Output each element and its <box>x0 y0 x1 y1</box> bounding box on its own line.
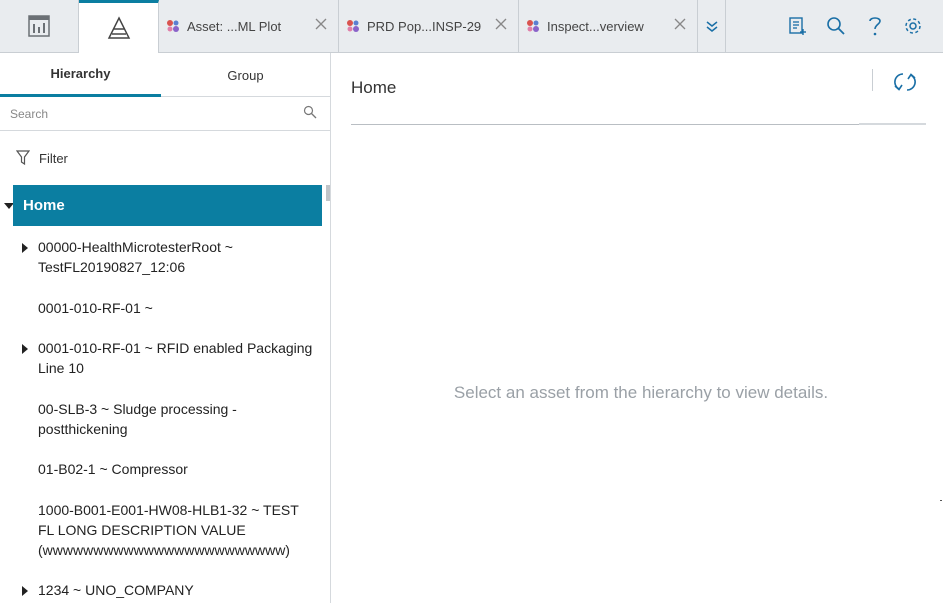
filter-icon <box>16 150 30 166</box>
caret-right-icon[interactable] <box>21 586 29 596</box>
tree-node[interactable]: 0001-010-RF-01 ~ <box>0 298 322 318</box>
search-icon <box>827 17 845 35</box>
header-underline-accent <box>859 123 926 125</box>
refresh-icon[interactable] <box>893 71 917 93</box>
details-panel: Home Select an asset from the hierarchy … <box>331 53 943 603</box>
caret-right-icon[interactable] <box>21 344 29 354</box>
tree-scrollbar[interactable] <box>326 185 330 201</box>
settings-button[interactable] <box>902 15 924 37</box>
tree-node-label: 1000-B001-E001-HW08-HLB1-32 ~ TEST FL LO… <box>38 502 299 558</box>
header-divider <box>872 69 873 91</box>
asset-cluster-icon <box>347 20 359 32</box>
tree-node-label: 0001-010-RF-01 ~ <box>38 300 153 316</box>
tab-hierarchy[interactable]: Hierarchy <box>0 53 161 97</box>
tree-node[interactable]: 1000-B001-E001-HW08-HLB1-32 ~ TEST FL LO… <box>0 500 322 560</box>
help-icon <box>869 17 881 36</box>
close-icon[interactable] <box>673 17 687 31</box>
asset-hierarchy-tab[interactable] <box>79 0 159 53</box>
tab-inspection-overview[interactable]: Inspect...verview <box>519 0 698 52</box>
tab-label: Asset: ...ML Plot <box>187 18 282 34</box>
tree-node[interactable]: 0001-010-RF-01 ~ RFID enabled Packaging … <box>0 338 322 378</box>
tree-node-label: 0001-010-RF-01 ~ RFID enabled Packaging … <box>38 340 313 376</box>
tree-node[interactable]: 01-B02-1 ~ Compressor <box>0 459 322 479</box>
tab-asset-ml-plot[interactable]: Asset: ...ML Plot <box>159 0 339 52</box>
tree-node[interactable]: 00-SLB-3 ~ Sludge processing - postthick… <box>0 399 322 439</box>
dashboard-button[interactable] <box>0 0 79 52</box>
tree-node-label: 00-SLB-3 ~ Sludge processing - postthick… <box>38 401 237 437</box>
notes-button[interactable] <box>786 15 808 37</box>
help-button[interactable] <box>864 15 886 37</box>
tree-node-label: 01-B02-1 ~ Compressor <box>38 461 188 477</box>
tree-node-label: 1234 ~ UNO_COMPANY <box>38 582 194 598</box>
tab-label: PRD Pop...INSP-29 <box>367 18 482 34</box>
header-underline <box>351 124 926 125</box>
hierarchy-panel-tabs: Hierarchy Group <box>0 53 330 97</box>
clipboard-add-icon <box>789 17 806 35</box>
tree-node-label: 00000-HealthMicrotesterRoot ~ TestFL2019… <box>38 239 233 275</box>
tab-prd-pop-insp-29[interactable]: PRD Pop...INSP-29 <box>339 0 519 52</box>
asset-tree: Home 00000-HealthMicrotesterRoot ~ TestF… <box>0 185 330 603</box>
tab-label: Inspect...verview <box>547 18 644 34</box>
tab-overflow-button[interactable] <box>698 0 726 52</box>
top-tab-bar: Asset: ...ML Plot PRD Pop...INSP-29 Insp… <box>0 0 943 53</box>
gear-icon <box>905 18 921 34</box>
close-icon[interactable] <box>494 17 508 31</box>
close-icon[interactable] <box>314 17 328 31</box>
asset-cluster-icon <box>167 20 179 32</box>
double-chevron-down-icon <box>706 21 717 32</box>
search-icon[interactable] <box>303 105 317 119</box>
empty-state-message: Select an asset from the hierarchy to vi… <box>453 383 829 402</box>
page-title: Home <box>351 78 397 97</box>
search-box <box>0 97 330 131</box>
edge-marker <box>940 500 942 501</box>
hierarchy-panel: Hierarchy Group Filter Home 00000-Health… <box>0 53 331 603</box>
filter-label: Filter <box>39 150 68 166</box>
search-button[interactable] <box>825 15 847 37</box>
tree-node-label: Home <box>23 197 65 214</box>
dashboard-icon <box>28 15 50 37</box>
tab-group[interactable]: Group <box>161 53 330 97</box>
asset-cluster-icon <box>527 20 539 32</box>
filter-button[interactable]: Filter <box>0 131 330 185</box>
hierarchy-pyramid-icon <box>107 16 130 39</box>
tree-node[interactable]: 00000-HealthMicrotesterRoot ~ TestFL2019… <box>0 237 322 277</box>
tree-node-home[interactable]: Home <box>13 185 322 226</box>
search-input[interactable] <box>0 97 300 130</box>
caret-right-icon[interactable] <box>21 243 29 253</box>
tree-node[interactable]: 1234 ~ UNO_COMPANY <box>0 580 322 600</box>
